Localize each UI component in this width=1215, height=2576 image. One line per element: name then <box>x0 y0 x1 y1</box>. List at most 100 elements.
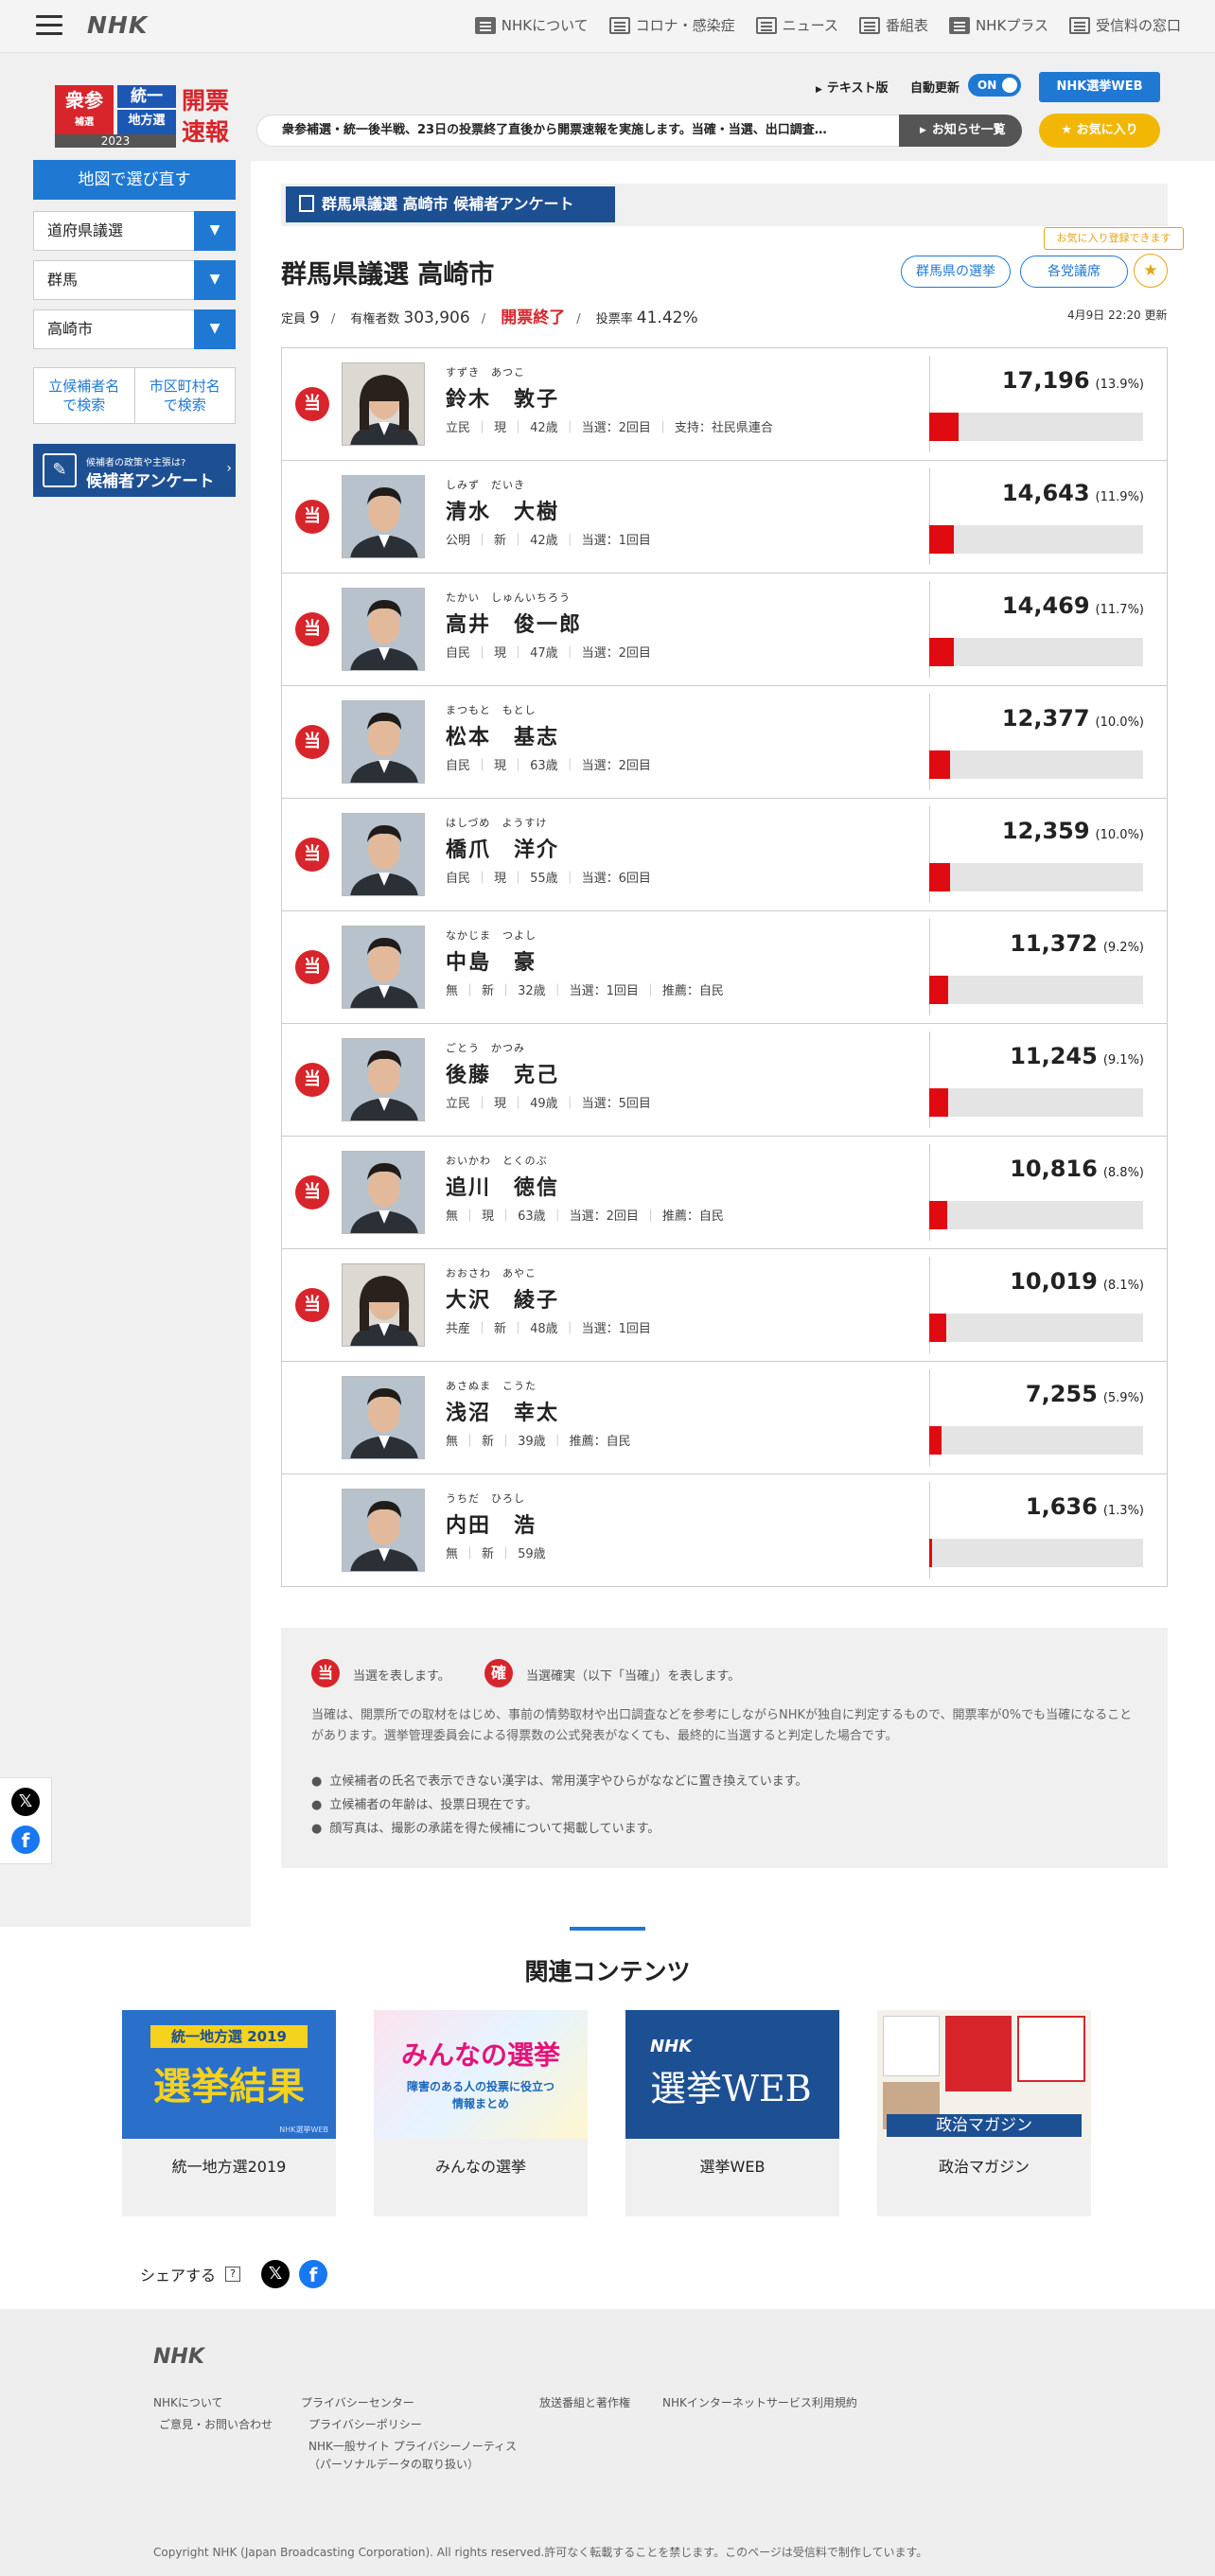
candidate-party: 自民 <box>446 646 471 661</box>
candidate-age: 63歳 <box>494 1209 546 1224</box>
candidate-age: 32歳 <box>494 984 546 998</box>
candidate-info: 立民現49歳当選：5回目 <box>446 1093 651 1111</box>
footer: NHK NHKについて ご意見・お問い合わせ プライバシーセンター プライバシー… <box>0 2309 1215 2576</box>
candidate-wins: 当選：6回目 <box>558 872 651 886</box>
logo-year: 2023 <box>55 134 176 148</box>
candidate-party: 無 <box>446 984 459 998</box>
candidate-name-search-link[interactable]: 立候補者名 で検索 <box>34 368 135 423</box>
candidate-info: 無新39歳推薦：自民 <box>446 1431 631 1449</box>
chevron-down-icon: ▼ <box>194 260 236 300</box>
candidate-party: 無 <box>446 1547 459 1561</box>
nav-news[interactable]: ニュース <box>755 15 838 35</box>
win-badge: 当 <box>295 725 329 759</box>
nhk-election-web-button[interactable]: NHK選挙WEB <box>1039 72 1160 102</box>
footer-link-privacy-center[interactable]: プライバシーセンター <box>301 2392 517 2414</box>
nav-nhk-plus[interactable]: NHKプラス <box>948 15 1048 35</box>
news-ticker[interactable]: 衆参補選・統一後半戦、23日の投票終了直後から開票速報を実施します。当確・当選、… <box>256 115 900 147</box>
page-title: 群馬県議選 高崎市 <box>281 260 495 290</box>
facebook-share-icon[interactable]: f <box>299 2260 328 2288</box>
footer-link-contact[interactable]: ご意見・お問い合わせ <box>153 2414 273 2436</box>
candidate-wins: 当選：1回目 <box>558 534 651 548</box>
prefecture-election-button[interactable]: 群馬県の選挙 <box>901 256 1011 288</box>
candidate-kana: おいかわ とくのぶ <box>446 1155 548 1167</box>
win-badge: 当 <box>295 612 329 646</box>
map-reselect-button[interactable]: 地図で選び直す <box>33 160 236 200</box>
help-icon[interactable]: ? <box>225 2267 241 2282</box>
vote-share-bar <box>929 863 1143 891</box>
candidate-wins: 当選：1回目 <box>546 984 639 998</box>
vote-share-bar <box>929 1201 1143 1229</box>
text-version-link[interactable]: テキスト版 <box>816 78 889 96</box>
menu-icon[interactable] <box>36 15 62 36</box>
survey-tag-link[interactable]: 群馬県議選 高崎市 候補者アンケート <box>286 186 615 222</box>
vote-share-fill <box>929 1539 932 1567</box>
candidate-row: 当 しみず だいき清水 大樹公明新42歳当選：1回目 14,643(11.9%) <box>282 461 1167 573</box>
candidate-votes: 14,643 (11.9%) <box>1001 480 1144 506</box>
auto-update-toggle[interactable]: ON <box>968 74 1021 97</box>
prefecture-select[interactable]: 群馬 ▼ <box>33 260 236 300</box>
candidate-photo <box>342 926 425 1009</box>
win-badge: 当 <box>295 500 329 534</box>
candidate-party: 無 <box>446 1209 459 1224</box>
candidate-info: 無新59歳 <box>446 1544 546 1561</box>
candidate-kana: たかい しゅんいちろう <box>446 591 571 604</box>
candidate-support: 推薦：自民 <box>546 1435 631 1449</box>
candidate-status: 新 <box>470 534 506 548</box>
candidate-votes: 7,255 (5.9%) <box>1025 1381 1144 1407</box>
nav-nhk-about[interactable]: NHKについて <box>474 15 589 35</box>
footer-col-2: プライバシーセンター プライバシーポリシー NHK一般サイト プライバシーノーテ… <box>301 2392 517 2474</box>
candidate-kana: まつもと もとし <box>446 704 537 716</box>
voters-value: 303,906 <box>403 309 470 327</box>
x-share-icon[interactable]: 𝕏 <box>11 1788 40 1816</box>
survey-title: 候補者アンケート <box>86 472 215 491</box>
candidate-survey-banner[interactable]: ✎ 候補者の政策や主張は? 候補者アンケート › <box>33 444 236 497</box>
election-logo[interactable]: 衆参 補選 統一 地方選 2023 開票 速報 <box>55 85 237 148</box>
related-image: NHK 選挙WEB <box>625 2010 839 2139</box>
nav-label: NHKプラス <box>975 17 1048 34</box>
candidate-support: 支持：社民県連合 <box>651 421 773 435</box>
candidate-party: 立民 <box>446 1097 471 1111</box>
related-image: みんなの選挙 障害のある人の投票に役立つ 情報まとめ <box>374 2010 588 2139</box>
election-stats: 定員 9/ 有権者数 303,906/ 開票終了 / 投票率 41.42% <box>281 309 698 327</box>
related-card-2019[interactable]: 統一地方選 2019 選挙結果 NHK選挙WEB 統一地方選2019 <box>122 2010 336 2216</box>
favorite-tooltip: お気に入り登録できます <box>1044 227 1184 250</box>
related-card-web[interactable]: NHK 選挙WEB 選挙WEB <box>625 2010 839 2216</box>
municipality-search-link[interactable]: 市区町村名 で検索 <box>135 368 236 423</box>
candidate-party: 公明 <box>446 534 471 548</box>
footer-link-privacy-notice[interactable]: NHK一般サイト プライバシーノーティス <box>301 2438 517 2456</box>
legend-note: 立候補者の氏名で表示できない漢字は、常用漢字やひらがななどに置き換えています。 <box>311 1770 807 1793</box>
nav-reception-fee[interactable]: 受信料の窓口 <box>1068 15 1181 35</box>
related-card-magazine[interactable]: 政治マガジン 政治マガジン <box>877 2010 1091 2216</box>
candidate-status: 新 <box>458 984 494 998</box>
candidate-row: 当 たかい しゅんいちろう高井 俊一郎自民現47歳当選：2回目 14,469(11.… <box>282 573 1167 686</box>
footer-nhk-logo[interactable]: NHK <box>153 2345 204 2369</box>
share-label: シェアする <box>140 2267 217 2285</box>
vote-share-fill <box>929 863 951 891</box>
nav-corona[interactable]: コロナ・感染症 <box>608 15 735 35</box>
win-badge: 当 <box>295 387 329 421</box>
facebook-share-icon[interactable]: f <box>11 1826 40 1854</box>
star-icon[interactable]: ★ <box>1134 254 1168 288</box>
candidate-photo <box>342 1151 425 1234</box>
notice-list-button[interactable]: お知らせ一覧 <box>899 115 1022 147</box>
election-type-select[interactable]: 道府県議選 ▼ <box>33 211 236 251</box>
favorite-button[interactable]: ★ お気に入り <box>1039 114 1160 148</box>
candidate-info: 共産新48歳当選：1回目 <box>446 1318 651 1336</box>
related-card-minna[interactable]: みんなの選挙 障害のある人の投票に役立つ 情報まとめ みんなの選挙 <box>374 2010 588 2216</box>
candidate-row: 当 はしづめ ようすけ橋爪 洋介自民現55歳当選：6回目 12,359(10.0%) <box>282 799 1167 911</box>
x-share-icon[interactable]: 𝕏 <box>261 2260 291 2288</box>
nhk-logo[interactable]: NHK <box>87 11 148 39</box>
candidate-photo <box>342 362 425 446</box>
nav-program-guide[interactable]: 番組表 <box>858 15 928 35</box>
candidate-photo <box>342 700 425 784</box>
municipality-select[interactable]: 高崎市 ▼ <box>33 309 236 349</box>
win-badge: 当 <box>295 1175 329 1209</box>
seats-label: 定員 <box>281 312 307 326</box>
footer-link-copyright[interactable]: 放送番組と著作権 <box>539 2392 630 2414</box>
logo-kaihyo: 開票 速報 <box>182 87 230 146</box>
footer-link-terms[interactable]: NHKインターネットサービス利用規約 <box>662 2392 857 2414</box>
certain-badge: 確 <box>484 1659 513 1687</box>
party-seats-button[interactable]: 各党議席 <box>1020 256 1128 288</box>
footer-link-privacy-policy[interactable]: プライバシーポリシー <box>301 2414 517 2436</box>
footer-link-about[interactable]: NHKについて <box>153 2392 273 2414</box>
